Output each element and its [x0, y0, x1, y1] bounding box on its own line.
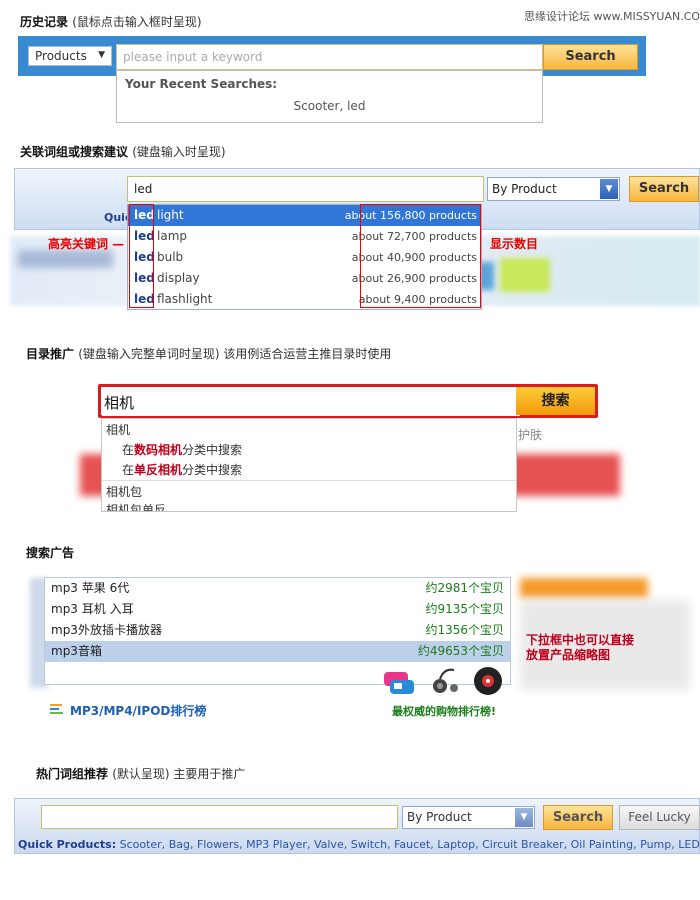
suggestion-rest: light: [157, 208, 184, 222]
quick-product-link[interactable]: Laptop,: [437, 838, 478, 851]
quick-products-label: Quick Products:: [18, 838, 117, 851]
recent-searches-title: Your Recent Searches:: [125, 77, 278, 91]
quick-product-link[interactable]: LED,: [678, 838, 700, 851]
heading-subtext: (键盘输入完整单词时呈现) 该用例适合运营主推目录时使用: [78, 347, 392, 361]
heading-subtext: (键盘输入时呈现): [132, 145, 226, 159]
suggestion-rest: display: [157, 271, 200, 285]
search-input[interactable]: [102, 388, 520, 416]
search-type-value: By Product: [492, 182, 557, 196]
item-name: mp3 苹果 6代: [51, 581, 130, 595]
suggestion-suffix: 分类中搜索: [182, 463, 243, 477]
category-name: 数码相机: [134, 443, 183, 457]
category-dropdown[interactable]: Products ▼: [28, 46, 112, 66]
feel-lucky-button[interactable]: Feel Lucky: [619, 805, 700, 830]
search-type-value: By Product: [407, 810, 472, 824]
heading-text: 热门词组推荐: [36, 767, 109, 781]
list-item[interactable]: mp3外放插卡播放器 约1356个宝贝: [45, 620, 510, 641]
recent-search-items[interactable]: Scooter, led: [117, 99, 542, 113]
quick-product-link[interactable]: Pump,: [640, 838, 675, 851]
count-highlight-box: [360, 204, 481, 308]
quick-product-link[interactable]: Faucet,: [394, 838, 434, 851]
suggestion-rest: lamp: [157, 229, 187, 243]
heading-text: 搜索广告: [26, 546, 75, 560]
list-item[interactable]: mp3 耳机 入耳 约9135个宝贝: [45, 599, 510, 620]
highlight-keyword-box: [129, 204, 154, 308]
item-count: 约9135个宝贝: [425, 602, 504, 616]
heading-text: 目录推广: [26, 347, 75, 361]
heading-text: 关联词组或搜索建议: [20, 145, 129, 159]
heading-text: 历史记录: [20, 15, 69, 29]
quick-product-link[interactable]: MP3 Player,: [246, 838, 310, 851]
list-item[interactable]: mp3 苹果 6代 约2981个宝贝: [45, 578, 510, 599]
quick-product-link[interactable]: Valve,: [314, 838, 347, 851]
blurred-page-content: [18, 250, 113, 268]
category-suggestion-dropdown: 相机 在数码相机分类中搜索 在单反相机分类中搜索 相机包 相机包单反: [101, 418, 517, 512]
section-heading-suggestions: 关联词组或搜索建议 (键盘输入时呈现): [20, 143, 226, 160]
search-input[interactable]: [116, 44, 543, 70]
search-input[interactable]: [41, 805, 398, 829]
annotation-show-count: 显示数目: [490, 237, 539, 251]
item-name: mp3音箱: [51, 644, 102, 658]
item-count: 约2981个宝贝: [425, 581, 504, 595]
suggestion-title[interactable]: 相机: [106, 421, 130, 438]
quick-products-bar: Quick Products: Scooter, Bag, Flowers, M…: [18, 838, 700, 851]
item-name: mp3 耳机 入耳: [51, 602, 134, 616]
suggestion-item[interactable]: 相机包: [106, 483, 142, 500]
search-button[interactable]: 搜索: [516, 387, 595, 415]
suggestion-suffix: 分类中搜索: [182, 443, 243, 457]
list-item[interactable]: mp3音箱 约49653个宝贝: [45, 641, 510, 662]
related-text: 护肤: [518, 428, 543, 442]
search-button[interactable]: Search: [543, 44, 638, 70]
annotation-thumbnail-note: 下拉框中也可以直接 放置产品缩略图: [526, 633, 634, 663]
suggestion-rest: flashlight: [157, 292, 213, 306]
chevron-down-icon: ▼: [98, 50, 105, 60]
divider: [102, 480, 516, 481]
suggestion-prefix: 在: [122, 443, 135, 457]
section-heading-hot-phrases: 热门词组推荐 (默认呈现) 主要用于推广: [36, 765, 245, 782]
section-heading-history: 历史记录 (鼠标点击输入框时呈现): [20, 13, 202, 30]
quick-product-link[interactable]: Bag,: [169, 838, 194, 851]
item-count: 约1356个宝贝: [425, 623, 504, 637]
search-button[interactable]: Search: [543, 805, 613, 830]
category-dropdown-value: Products: [35, 49, 87, 63]
quick-product-link[interactable]: Oil Painting,: [571, 838, 637, 851]
product-thumbnail-speaker[interactable]: [471, 664, 505, 698]
item-name: mp3外放插卡播放器: [51, 623, 162, 637]
annotation-line: 放置产品缩略图: [526, 648, 611, 662]
search-input[interactable]: [127, 176, 484, 202]
search-button[interactable]: Search: [629, 176, 699, 202]
heading-subtext: (鼠标点击输入框时呈现): [72, 15, 202, 29]
quick-product-link[interactable]: Switch,: [351, 838, 391, 851]
suggestion-item[interactable]: 相机包单反: [106, 501, 166, 511]
section-heading-category: 目录推广 (键盘输入完整单词时呈现) 该用例适合运营主推目录时使用: [26, 345, 391, 362]
ranking-tagline[interactable]: 最权威的购物排行榜!: [392, 703, 496, 719]
ranking-bars-icon: [50, 704, 63, 714]
category-suggestion[interactable]: 在数码相机分类中搜索: [122, 441, 242, 458]
recent-searches-dropdown: Your Recent Searches: Scooter, led: [116, 70, 543, 123]
heading-subtext: (默认呈现) 主要用于推广: [112, 767, 246, 781]
quick-product-link[interactable]: Scooter,: [120, 838, 166, 851]
annotation-highlight-keyword: 高亮关键词 —: [48, 237, 125, 251]
blurred-banner: [520, 578, 648, 598]
product-thumbnail-mp3-pink[interactable]: [380, 664, 414, 698]
product-thumbnail-earphones[interactable]: [428, 664, 462, 698]
section-heading-search-ads: 搜索广告: [26, 544, 74, 561]
blurred-banner: [500, 258, 550, 292]
annotation-line: 下拉框中也可以直接: [526, 633, 635, 647]
suggestion-prefix: 在: [122, 463, 135, 477]
chevron-down-icon[interactable]: ▼: [600, 179, 618, 199]
category-name: 单反相机: [134, 463, 183, 477]
watermark: 思缘设计论坛 www.MISSYUAN.COM: [524, 10, 700, 23]
quick-product-link[interactable]: Flowers,: [197, 838, 243, 851]
search-type-select[interactable]: By Product ▼: [402, 806, 535, 829]
item-count: 约49653个宝贝: [417, 644, 504, 658]
suggestion-rest: bulb: [157, 250, 184, 264]
ad-suggestion-dropdown: mp3 苹果 6代 约2981个宝贝 mp3 耳机 入耳 约9135个宝贝 mp…: [44, 577, 511, 695]
search-type-select[interactable]: By Product ▼: [487, 177, 620, 201]
ranking-list-link[interactable]: MP3/MP4/IPOD排行榜: [70, 702, 206, 719]
chevron-down-icon[interactable]: ▼: [515, 808, 533, 827]
category-suggestion[interactable]: 在单反相机分类中搜索: [122, 461, 242, 478]
quick-product-link[interactable]: Circuit Breaker,: [482, 838, 567, 851]
